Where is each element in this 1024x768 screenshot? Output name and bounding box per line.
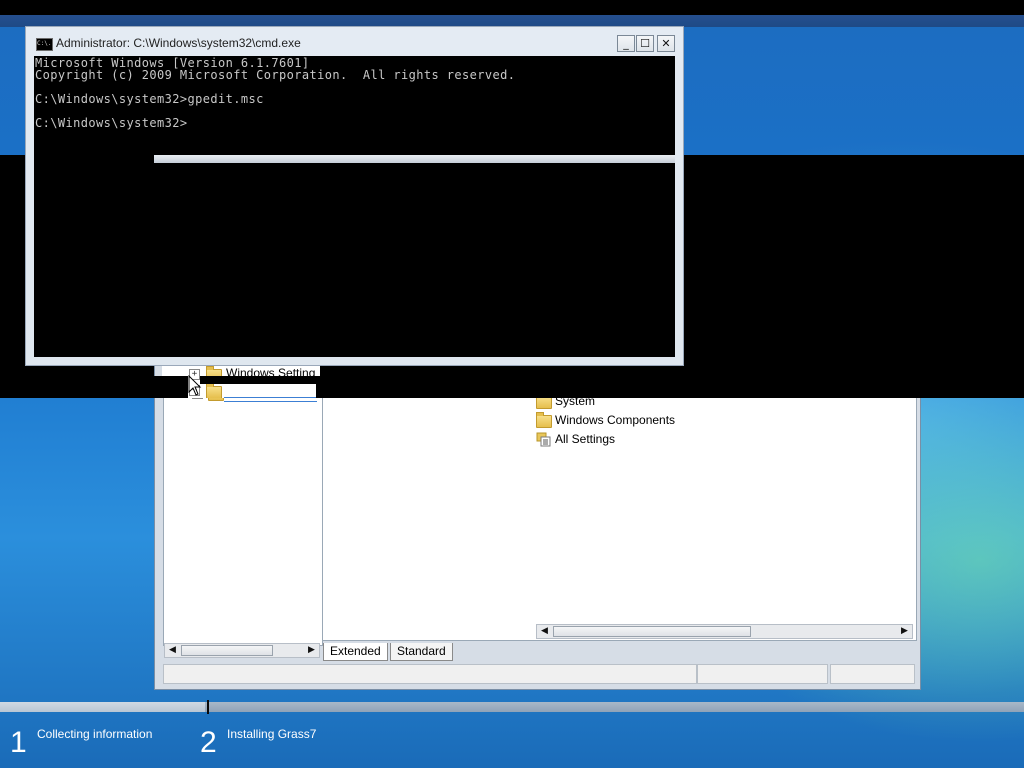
console-area[interactable]: Microsoft Windows [Version 6.1.7601] Cop… — [34, 56, 675, 357]
status-cell — [830, 664, 915, 684]
folder-icon — [206, 383, 222, 398]
black-band-tree-right — [316, 376, 320, 398]
scroll-thumb[interactable] — [553, 626, 751, 637]
minimize-button[interactable]: _ — [617, 35, 635, 52]
tab-extended[interactable]: Extended — [323, 643, 388, 661]
status-bar — [163, 664, 915, 684]
console-prompt-line: C:\Windows\system32> — [35, 116, 188, 130]
scroll-right-arrow-icon[interactable]: ▶ — [897, 625, 912, 638]
step-label: Installing Grass7 — [227, 727, 317, 741]
scroll-right-arrow-icon[interactable]: ▶ — [304, 644, 319, 657]
command-prompt-window: C:\. Administrator: C:\Windows\system32\… — [25, 26, 684, 366]
black-band-over-tree — [200, 376, 320, 384]
step-number: 1 — [10, 726, 27, 759]
black-band-left-of-tree — [154, 376, 188, 398]
top-black-bar — [0, 0, 1024, 15]
console-line: Copyright (c) 2009 Microsoft Corporation… — [35, 68, 516, 82]
folder-icon — [536, 412, 552, 428]
console-overflow-band — [0, 366, 154, 398]
cmd-titlebar[interactable]: C:\. Administrator: C:\Windows\system32\… — [26, 27, 681, 56]
step-number: 2 — [200, 726, 217, 759]
scroll-left-arrow-icon[interactable]: ◀ — [165, 644, 180, 657]
step-label: Collecting information — [37, 727, 153, 741]
mouse-cursor-icon — [188, 375, 202, 396]
scroll-left-arrow-icon[interactable]: ◀ — [537, 625, 552, 638]
status-cell — [163, 664, 697, 684]
tree-horizontal-scrollbar[interactable]: ◀ ▶ — [164, 643, 320, 658]
close-button[interactable]: ✕ — [657, 35, 675, 52]
content-horizontal-scrollbar[interactable]: ◀ ▶ — [536, 624, 913, 639]
setup-progress-marker — [207, 700, 209, 714]
setup-progress-track — [0, 702, 1024, 712]
setup-progress-fill — [0, 702, 205, 712]
console-overflow-band — [320, 366, 1024, 398]
cmd-app-icon[interactable]: C:\. — [36, 38, 53, 51]
list-item-label: All Settings — [555, 432, 616, 446]
console-line: C:\Windows\system32>gpedit.msc — [35, 92, 264, 106]
cmd-window-title: Administrator: C:\Windows\system32\cmd.e… — [56, 36, 301, 50]
tree-item-selected-highlight[interactable] — [224, 383, 316, 398]
list-item-label: Windows Components — [555, 413, 676, 427]
tab-standard[interactable]: Standard — [390, 643, 453, 661]
console-scroll-strip — [154, 155, 675, 163]
status-cell — [697, 664, 828, 684]
settings-list-icon — [536, 432, 551, 447]
scroll-thumb[interactable] — [181, 645, 273, 656]
maximize-button[interactable]: ☐ — [636, 35, 654, 52]
